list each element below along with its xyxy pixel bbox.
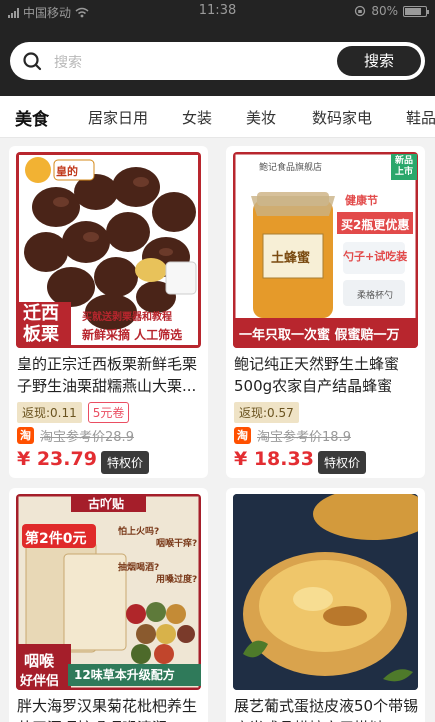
store-label: 鲍记食品旗舰店	[259, 163, 323, 173]
reference-value: 28.9	[105, 430, 134, 445]
search-icon	[23, 52, 42, 71]
product-image[interactable]: 迁西 板栗 皇的 买就送剥栗器和教程 新鲜采摘 人工筛选	[16, 152, 201, 348]
taobao-icon: 淘	[234, 427, 251, 444]
product-title[interactable]: 鲍记纯正天然野生土蜂蜜500g农家自产结晶蜂蜜椴...	[234, 353, 419, 397]
question-text: 抽烟喝酒?	[118, 563, 160, 573]
coupon-badge[interactable]: 5元卷	[87, 402, 130, 423]
product-image[interactable]: 鲍记食品旗舰店 新品上市 健康节 买2瓶更优惠 勺子+试吃装 柔格杯勺 土蜂蜜 …	[233, 152, 418, 348]
reference-value: 18.9	[322, 430, 351, 445]
reference-price: 淘 淘宝参考价18.9	[234, 426, 351, 445]
taobao-icon: 淘	[17, 427, 34, 444]
product-image[interactable]: 古吖贴 第2件0元 怕上火吗? 咽喉干痒? 抽烟喝酒? 用嗓过度? 咽喉 好伴侣…	[16, 494, 201, 690]
spoon-label: 柔格杯勺	[357, 291, 394, 301]
offer-badge: 第2件0元	[25, 531, 87, 547]
product-title[interactable]: 展艺葡式蛋挞皮液50个带锡底半成品烘焙家用搭挞...	[234, 695, 419, 722]
tab-women[interactable]: 女装	[182, 107, 212, 128]
image-banner: 买就送剥栗器和教程	[82, 312, 172, 323]
image-side-text: 咽喉	[24, 652, 55, 670]
promo-text: 勺子+试吃装	[343, 250, 408, 263]
health-label: 健康节	[345, 194, 378, 207]
product-card[interactable]: 古吖贴 第2件0元 怕上火吗? 咽喉干痒? 抽烟喝酒? 用嗓过度? 咽喉 好伴侣…	[9, 488, 208, 722]
tab-shoes[interactable]: 鞋品	[406, 107, 435, 128]
status-bar: 中国移动 11:38 80%	[0, 0, 435, 22]
battery-percent: 80%	[371, 4, 398, 18]
image-brand: 皇的	[56, 165, 78, 178]
product-card[interactable]: 展艺葡式蛋挞皮液50个带锡底半成品烘焙家用搭挞...	[226, 488, 425, 722]
search-bar[interactable]: 搜索 搜索	[10, 42, 425, 80]
tab-digital[interactable]: 数码家电	[312, 107, 372, 128]
price: ¥ 18.33	[234, 448, 314, 470]
search-button[interactable]: 搜索	[337, 46, 421, 76]
header-bar: 中国移动 11:38 80% 搜索 搜索	[0, 0, 435, 96]
product-card[interactable]: 迁西 板栗 皇的 买就送剥栗器和教程 新鲜采摘 人工筛选 皇的正宗迁西板栗新鲜毛…	[9, 146, 208, 478]
question-text: 咽喉干痒?	[156, 539, 198, 549]
rebate-badge: 返现:0.57	[234, 402, 299, 423]
tab-home[interactable]: 居家日用	[88, 107, 148, 128]
product-title[interactable]: 胖大海罗汉果菊花枇杷养生茶干涸咽护嗓咽喉清润...	[17, 695, 202, 722]
privilege-price-badge: 特权价	[101, 451, 150, 474]
image-side-text: 板栗	[23, 324, 59, 345]
search-input[interactable]: 搜索	[54, 52, 82, 72]
category-tabs: 美食 居家日用 女装 美妆 数码家电 鞋品	[0, 96, 435, 138]
reference-price: 淘 淘宝参考价28.9	[17, 426, 134, 445]
image-bottom-banner: 12味草本升级配方	[74, 668, 175, 682]
image-brand: 古吖贴	[88, 497, 125, 511]
new-badge: 新品上市	[394, 156, 413, 177]
privilege-price-badge: 特权价	[318, 451, 367, 474]
product-title[interactable]: 皇的正宗迁西板栗新鲜毛栗子野生油栗甜糯燕山大栗...	[17, 353, 202, 397]
egg-tart-image	[233, 494, 418, 690]
image-side-text: 好伴侣	[20, 674, 60, 689]
tab-beauty[interactable]: 美妆	[246, 107, 276, 128]
reference-label: 淘宝参考价	[40, 430, 106, 445]
image-side-text: 迁西	[23, 303, 59, 324]
rotation-lock-icon	[355, 5, 366, 17]
product-image[interactable]	[233, 494, 418, 690]
price: ¥ 23.79	[17, 448, 97, 470]
promo-text: 买2瓶更优惠	[341, 218, 410, 232]
product-card[interactable]: 鲍记食品旗舰店 新品上市 健康节 买2瓶更优惠 勺子+试吃装 柔格杯勺 土蜂蜜 …	[226, 146, 425, 478]
reference-label: 淘宝参考价	[257, 430, 323, 445]
jar-label: 土蜂蜜	[271, 251, 311, 266]
question-text: 怕上火吗?	[118, 527, 160, 537]
image-bottom-banner: 一年只取一次蜜 假蜜赔一万	[239, 328, 400, 343]
battery-icon	[403, 5, 429, 17]
tab-food[interactable]: 美食	[15, 105, 49, 130]
rebate-badge: 返现:0.11	[17, 402, 82, 423]
question-text: 用嗓过度?	[156, 575, 198, 585]
image-banner: 新鲜采摘 人工筛选	[82, 328, 183, 342]
